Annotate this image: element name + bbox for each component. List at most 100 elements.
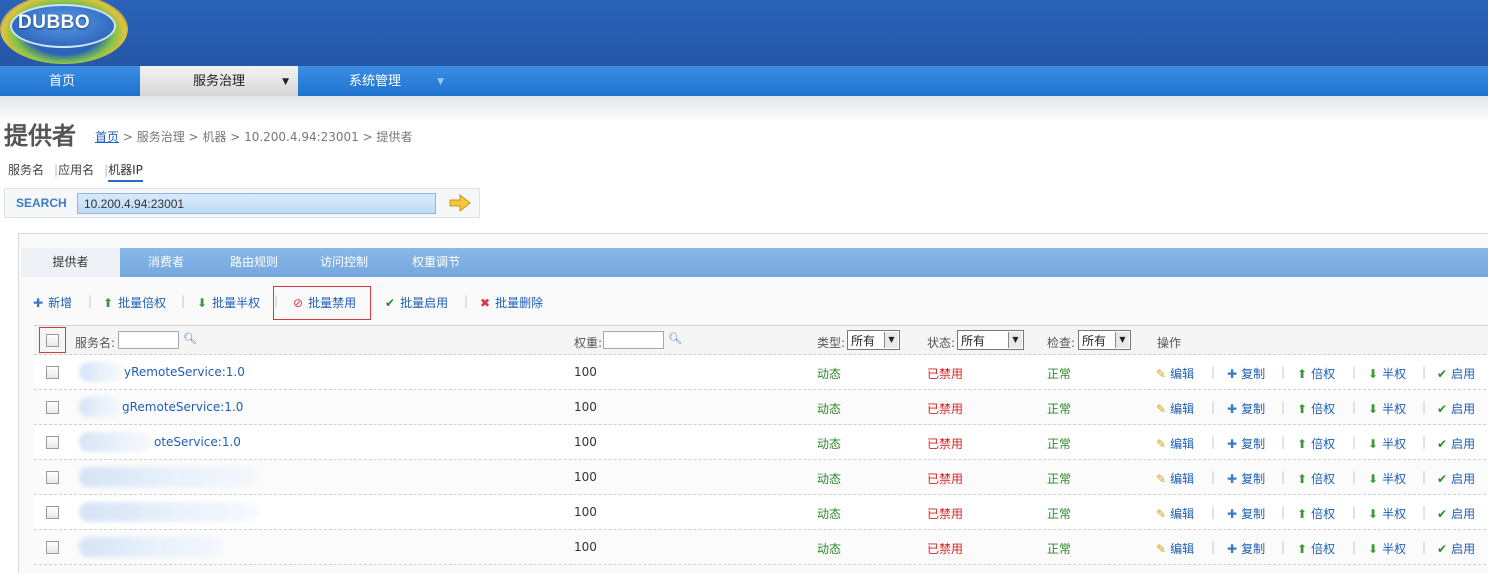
- chevron-down-icon: ▼: [437, 77, 444, 87]
- divider: |: [464, 294, 469, 308]
- row-checkbox[interactable]: [46, 401, 59, 414]
- half-weight-button[interactable]: ⬇ 半权: [1368, 400, 1406, 417]
- nav-system-management[interactable]: 系统管理 ▼: [300, 66, 450, 96]
- tab-access-control[interactable]: 访问控制: [309, 248, 379, 277]
- service-name-link[interactable]: oteService:1.0: [154, 435, 241, 449]
- status-filter-select[interactable]: 所有 ▼: [957, 330, 1024, 350]
- half-weight-button[interactable]: ⬇ 半权: [1368, 470, 1406, 487]
- arrow-right-icon[interactable]: [449, 194, 471, 212]
- pencil-icon: ✎: [1156, 507, 1167, 521]
- table-row: gRemoteService:1.0 100 动态 已禁用 正常 ✎ 编辑 | ✚ 复制 | ⬆ 倍权 |…: [34, 390, 1488, 425]
- divider: |: [1422, 365, 1427, 379]
- batch-double-button[interactable]: ⬆ 批量倍权: [103, 294, 166, 311]
- pencil-icon: ✎: [1156, 437, 1167, 451]
- edit-label: 编辑: [1170, 402, 1195, 416]
- enable-button[interactable]: ✔ 启用: [1437, 470, 1475, 487]
- copy-button[interactable]: ✚ 复制: [1227, 540, 1265, 557]
- batch-enable-button[interactable]: ✔ 批量启用: [385, 294, 448, 311]
- copy-button[interactable]: ✚ 复制: [1227, 400, 1265, 417]
- double-weight-button[interactable]: ⬆ 倍权: [1297, 365, 1335, 382]
- row-checkbox[interactable]: [46, 541, 59, 554]
- dubbo-logo[interactable]: DUBBO: [0, 0, 128, 64]
- double-weight-label: 倍权: [1311, 437, 1336, 451]
- type-header: 类型:: [817, 336, 846, 350]
- type-filter-select[interactable]: 所有 ▼: [847, 330, 900, 350]
- plus-icon: ✚: [1227, 367, 1238, 381]
- weight-value: 100: [574, 505, 597, 519]
- batch-half-button[interactable]: ⬇ 批量半权: [197, 294, 260, 311]
- divider: |: [1281, 505, 1286, 519]
- edit-button[interactable]: ✎ 编辑: [1156, 435, 1194, 452]
- enable-label: 启用: [1451, 402, 1476, 416]
- search-input[interactable]: 10.200.4.94:23001: [77, 193, 436, 214]
- enable-button[interactable]: ✔ 启用: [1437, 400, 1475, 417]
- nav-service-governance[interactable]: 服务治理 ▼: [140, 66, 298, 96]
- row-checkbox[interactable]: [46, 366, 59, 379]
- type-value: 动态: [817, 437, 842, 451]
- service-name-link[interactable]: gRemoteService:1.0: [122, 400, 243, 414]
- enable-button[interactable]: ✔ 启用: [1437, 540, 1475, 557]
- close-icon: ✖: [480, 296, 491, 310]
- arrow-down-icon: ⬇: [1368, 437, 1379, 451]
- search-tab-service[interactable]: 服务名: [8, 163, 44, 177]
- edit-button[interactable]: ✎ 编辑: [1156, 470, 1194, 487]
- search-tab-app[interactable]: 应用名: [58, 163, 94, 177]
- edit-button[interactable]: ✎ 编辑: [1156, 365, 1194, 382]
- double-weight-button[interactable]: ⬆ 倍权: [1297, 435, 1335, 452]
- breadcrumb: 首页 > 服务治理 > 机器 > 10.200.4.94:23001 > 提供者: [95, 128, 413, 145]
- content-panel: 提供者 消费者 路由规则 访问控制 权重调节 ✚ 新增 | ⬆ 批量倍权 | ⬇ 批量…: [18, 233, 1488, 573]
- copy-label: 复制: [1241, 542, 1266, 556]
- edit-button[interactable]: ✎ 编辑: [1156, 400, 1194, 417]
- half-weight-button[interactable]: ⬇ 半权: [1368, 540, 1406, 557]
- type-filter-value: 所有: [851, 334, 876, 348]
- half-weight-button[interactable]: ⬇ 半权: [1368, 435, 1406, 452]
- half-weight-button[interactable]: ⬇ 半权: [1368, 365, 1406, 382]
- row-checkbox[interactable]: [46, 471, 59, 484]
- nav-home[interactable]: 首页: [0, 66, 124, 96]
- copy-button[interactable]: ✚ 复制: [1227, 505, 1265, 522]
- copy-button[interactable]: ✚ 复制: [1227, 435, 1265, 452]
- double-weight-label: 倍权: [1311, 402, 1336, 416]
- search-icon[interactable]: 🔍︎: [668, 332, 682, 345]
- double-weight-button[interactable]: ⬆ 倍权: [1297, 505, 1335, 522]
- search-box: SEARCH 10.200.4.94:23001: [4, 188, 480, 218]
- batch-disable-button[interactable]: ⊘ 批量禁用: [293, 294, 356, 311]
- status-value: 已禁用: [927, 367, 964, 381]
- enable-button[interactable]: ✔ 启用: [1437, 505, 1475, 522]
- enable-button[interactable]: ✔ 启用: [1437, 365, 1475, 382]
- tab-weight[interactable]: 权重调节: [401, 248, 471, 277]
- tab-routes[interactable]: 路由规则: [219, 248, 289, 277]
- edit-button[interactable]: ✎ 编辑: [1156, 505, 1194, 522]
- row-checkbox[interactable]: [46, 436, 59, 449]
- search-icon[interactable]: 🔍︎: [183, 332, 197, 345]
- table-row: 100 动态 已禁用 正常 ✎ 编辑 | ✚ 复制 | ⬆ 倍权 | ⬇ 半权 | ✔ 启用: [34, 460, 1488, 495]
- check-icon: ✔: [1437, 507, 1448, 521]
- search-tab-ip[interactable]: 机器IP: [108, 163, 143, 182]
- arrow-down-icon: ⬇: [197, 296, 208, 310]
- row-checkbox[interactable]: [46, 506, 59, 519]
- tab-consumers[interactable]: 消费者: [131, 248, 201, 277]
- service-filter-input[interactable]: [118, 331, 179, 349]
- half-weight-button[interactable]: ⬇ 半权: [1368, 505, 1406, 522]
- double-weight-button[interactable]: ⬆ 倍权: [1297, 540, 1335, 557]
- divider: |: [1281, 540, 1286, 554]
- redacted-text: [79, 537, 223, 557]
- plus-icon: ✚: [1227, 507, 1238, 521]
- half-weight-label: 半权: [1382, 472, 1407, 486]
- copy-button[interactable]: ✚ 复制: [1227, 365, 1265, 382]
- breadcrumb-home-link[interactable]: 首页: [95, 130, 119, 144]
- select-all-checkbox[interactable]: [46, 334, 59, 347]
- check-filter-select[interactable]: 所有 ▼: [1078, 330, 1131, 350]
- copy-button[interactable]: ✚ 复制: [1227, 470, 1265, 487]
- double-weight-button[interactable]: ⬆ 倍权: [1297, 470, 1335, 487]
- edit-button[interactable]: ✎ 编辑: [1156, 540, 1194, 557]
- service-name-link[interactable]: yRemoteService:1.0: [124, 365, 245, 379]
- weight-filter-input[interactable]: [603, 331, 664, 349]
- add-button[interactable]: ✚ 新增: [33, 294, 72, 311]
- batch-delete-button[interactable]: ✖ 批量删除: [480, 294, 543, 311]
- enable-button[interactable]: ✔ 启用: [1437, 435, 1475, 452]
- divider: |: [1352, 540, 1357, 554]
- tab-providers[interactable]: 提供者: [21, 248, 120, 277]
- type-value: 动态: [817, 472, 842, 486]
- double-weight-button[interactable]: ⬆ 倍权: [1297, 400, 1335, 417]
